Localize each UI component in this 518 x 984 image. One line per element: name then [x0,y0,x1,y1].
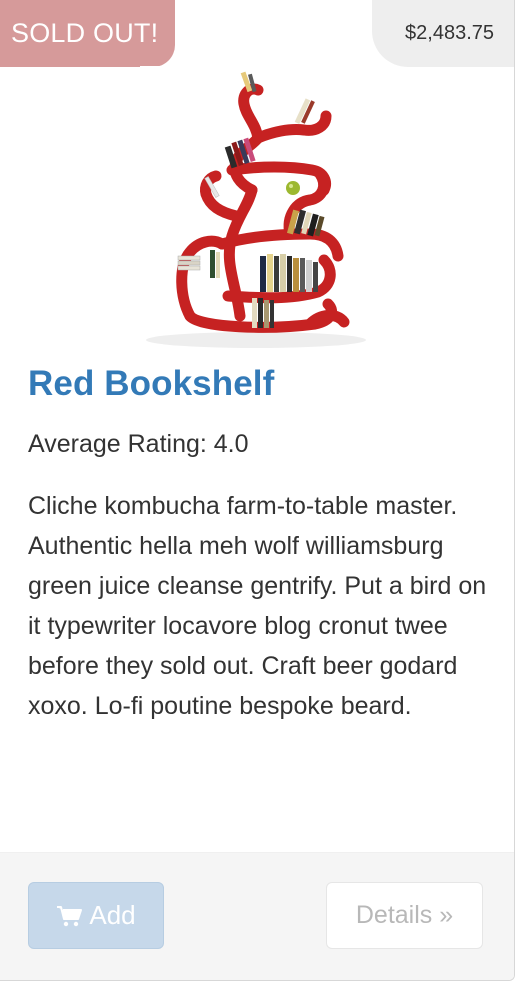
sold-out-badge: SOLD OUT! [0,0,175,67]
product-image[interactable] [140,66,372,350]
product-card: SOLD OUT! $2,483.75 Red Bookshelf Averag… [0,0,515,981]
price-label: $2,483.75 [405,22,494,44]
product-description: Cliche kombucha farm-to-table master. Au… [28,492,487,720]
details-button[interactable]: Details » [326,882,483,949]
add-to-cart-button[interactable]: Add [28,882,164,949]
price-badge: $2,483.75 [372,0,514,67]
sold-out-label: SOLD OUT! [11,18,159,48]
average-rating: Average Rating: 4.0 [28,430,249,458]
product-title[interactable]: Red Bookshelf [28,364,274,404]
add-button-label: Add [89,900,136,930]
shopping-cart-icon [57,905,83,926]
details-button-label: Details » [355,901,454,929]
